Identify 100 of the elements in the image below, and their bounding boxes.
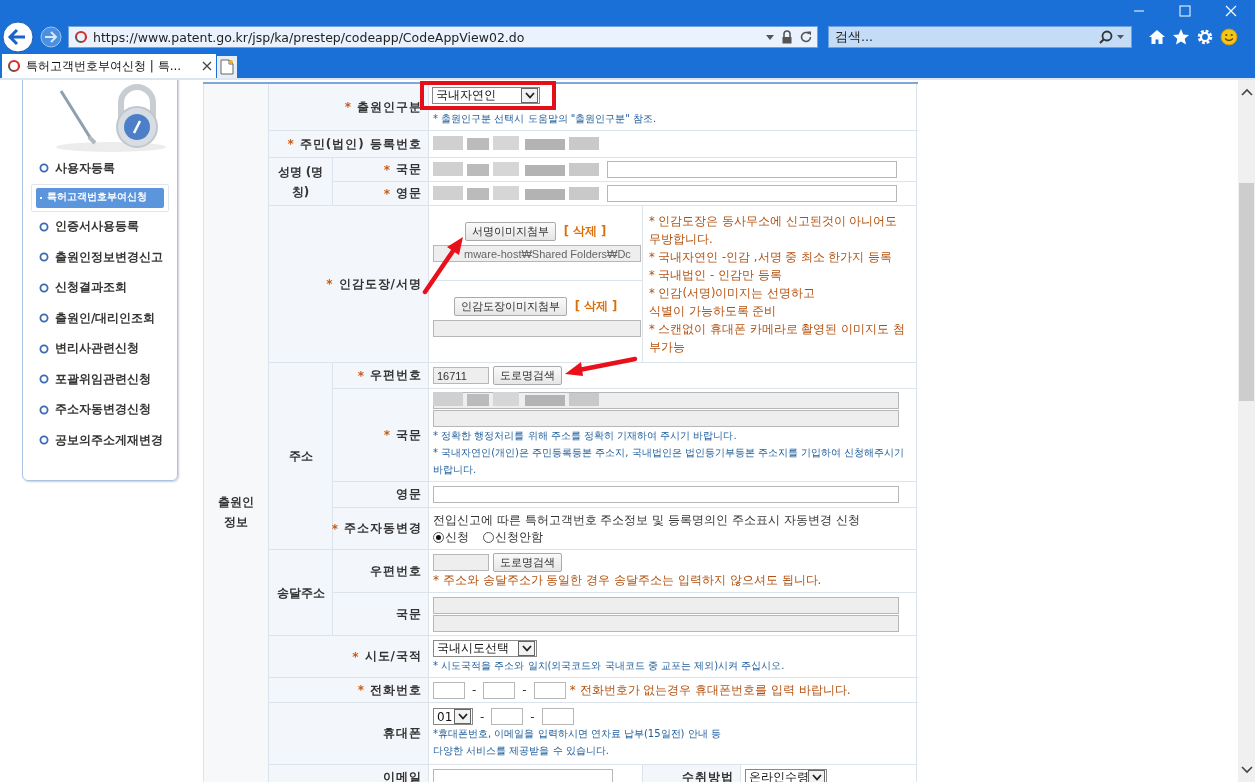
bullet-icon [39, 404, 49, 415]
dropdown[interactable]: 국내자연인 [432, 87, 540, 104]
hint-text: * 시도국적을 주소와 일치(외국코드와 국내코드 중 교포는 제외)시켜 주십시오. [433, 658, 786, 673]
bullet-icon [39, 221, 49, 232]
group-label: 성명 (명칭) [276, 163, 325, 201]
input-field[interactable] [433, 410, 899, 427]
radio-option[interactable]: 신청안함 [483, 529, 543, 546]
section-label: 출원인 정보 [217, 493, 255, 531]
button[interactable]: 도로명검색 [493, 366, 562, 385]
input-field[interactable] [607, 185, 897, 202]
sidebar-item[interactable]: 인증서사용등록 [55, 218, 139, 236]
button[interactable]: 인감도장이미지첨부 [453, 296, 567, 316]
field-label: 인감도장/서명 [338, 275, 422, 293]
input-field[interactable]: 16711 [433, 367, 489, 384]
refresh-icon[interactable] [799, 30, 813, 44]
input-field[interactable] [533, 681, 566, 699]
field-label: 영문 [396, 185, 422, 202]
url-text: https://www.patent.go.kr/jsp/ka/prestep/codeapp/CodeAppView02.do [93, 29, 526, 45]
input-field[interactable] [491, 708, 524, 725]
bullet-icon [39, 343, 49, 354]
separator-text: - [521, 683, 528, 697]
dropdown[interactable]: 국내시도선택 [433, 639, 537, 657]
search-placeholder: 검색... [835, 28, 873, 46]
dropdown-icon[interactable] [765, 32, 775, 42]
field-label: 출원인구분 [357, 98, 422, 116]
sidebar-item[interactable]: 공보의주소게재변경 [55, 431, 163, 449]
input-field[interactable]: mware-host₩Shared Folders₩Dc [433, 245, 641, 262]
sidebar-item[interactable]: 출원인/대리인조회 [55, 309, 156, 327]
sidebar-item[interactable]: 신청결과조회 [55, 279, 127, 297]
group-label: 송달주소 [275, 584, 326, 602]
new-tab-button[interactable] [217, 56, 237, 78]
radio-option[interactable]: 신청 [433, 529, 469, 546]
caret-icon [457, 713, 468, 720]
field-label: 주민(법인) 등록번호 [299, 135, 422, 153]
sidebar-item[interactable]: 주소자동변경신청 [55, 401, 151, 419]
required-mark: * [357, 683, 364, 697]
site-icon [73, 29, 89, 45]
description-text: 전입신고에 따른 특허고객번호 주소정보 및 등록명의인 주소표시 자동변경 신청 [433, 512, 861, 529]
field-label: 주소자동변경 [344, 520, 422, 537]
sidebar-item[interactable]: 출원인정보변경신고 [55, 248, 163, 266]
scrollbar[interactable] [1238, 80, 1255, 782]
group-label: 주소 [287, 448, 314, 465]
dropdown[interactable]: 01 [433, 708, 473, 725]
input-field[interactable] [433, 768, 613, 782]
sidebar-item[interactable]: 사용자등록 [55, 159, 115, 177]
notice-text: 식별이 가능하도록 준비 [649, 303, 778, 320]
bullet-icon [39, 374, 49, 385]
required-mark: * [383, 186, 390, 201]
field-label: 휴대폰 [383, 725, 422, 742]
input-field[interactable] [607, 161, 897, 178]
lock-icon [781, 30, 793, 44]
maximize-icon[interactable] [1179, 5, 1191, 17]
field-label: 국문 [396, 605, 422, 623]
input-field[interactable] [433, 614, 899, 632]
back-icon[interactable] [2, 21, 34, 53]
required-mark: * [326, 277, 333, 291]
settings-icon[interactable] [1196, 28, 1214, 46]
site-icon [6, 58, 22, 74]
input-field[interactable] [433, 681, 465, 699]
new-tab-icon [220, 59, 234, 75]
close-icon[interactable] [202, 61, 212, 71]
smiley-icon[interactable] [1220, 28, 1238, 46]
input-field[interactable] [433, 319, 641, 337]
star-icon[interactable] [1172, 28, 1190, 46]
separator-text: - [529, 709, 536, 724]
field-label: 국문 [396, 426, 422, 444]
notice-text: * 인감도장은 동사무소에 신고된것이 아니어도 무방합니다. [649, 213, 899, 248]
field-label: 시도/국적 [364, 648, 422, 665]
radio-button[interactable] [483, 532, 494, 543]
search-field[interactable]: 검색... [828, 26, 1132, 48]
radio-button[interactable] [433, 532, 444, 543]
hint-text: * 출원인구분 선택시 도움말의 "출원인구분" 참조. [433, 112, 658, 126]
bullet-icon [39, 313, 49, 324]
home-icon[interactable] [1148, 29, 1166, 45]
input-field[interactable] [433, 596, 899, 614]
hint-text: * 정확한 행정처리를 위해 주소를 정확히 기재하여 주시기 바랍니다. [433, 429, 738, 443]
hint-text: * 주소와 송달주소가 동일한 경우 송달주소는 입력하지 않으셔도 됩니다. [433, 572, 823, 589]
sidebar-item[interactable]: 변리사관련신청 [55, 340, 139, 358]
input-field[interactable] [433, 554, 489, 571]
notice-text: * 국내법인 - 인감만 등록 [649, 267, 783, 284]
required-mark: * [331, 521, 338, 536]
browser-tab[interactable]: 특허고객번호부여신청 | 특... [2, 54, 216, 78]
sidebar-item[interactable]: 포괄위임관련신청 [55, 370, 151, 388]
field-label: 수취방법 [682, 768, 734, 782]
caret-icon [811, 773, 822, 781]
required-mark: * [383, 428, 390, 442]
forward-icon[interactable] [40, 26, 62, 48]
dropdown[interactable]: 온라인수령 [745, 768, 827, 782]
input-field[interactable] [433, 486, 899, 503]
input-field[interactable] [483, 681, 516, 699]
tab-title: 특허고객번호부여신청 | 특... [26, 57, 183, 75]
search-icon[interactable] [1099, 30, 1125, 44]
input-field[interactable] [541, 708, 574, 725]
button[interactable]: 서명이미지첨부 [464, 222, 556, 241]
radio-label: 신청안함 [495, 529, 543, 546]
required-mark: * [383, 162, 390, 177]
radio-label: 신청 [445, 529, 469, 546]
address-bar[interactable]: https://www.patent.go.kr/jsp/ka/prestep/codeapp/CodeAppView02.do [68, 26, 818, 48]
button[interactable]: 도로명검색 [493, 553, 562, 572]
hint-text: * 전화번호가 없는경우 휴대폰번호를 입력 바랍니다. [569, 681, 851, 699]
